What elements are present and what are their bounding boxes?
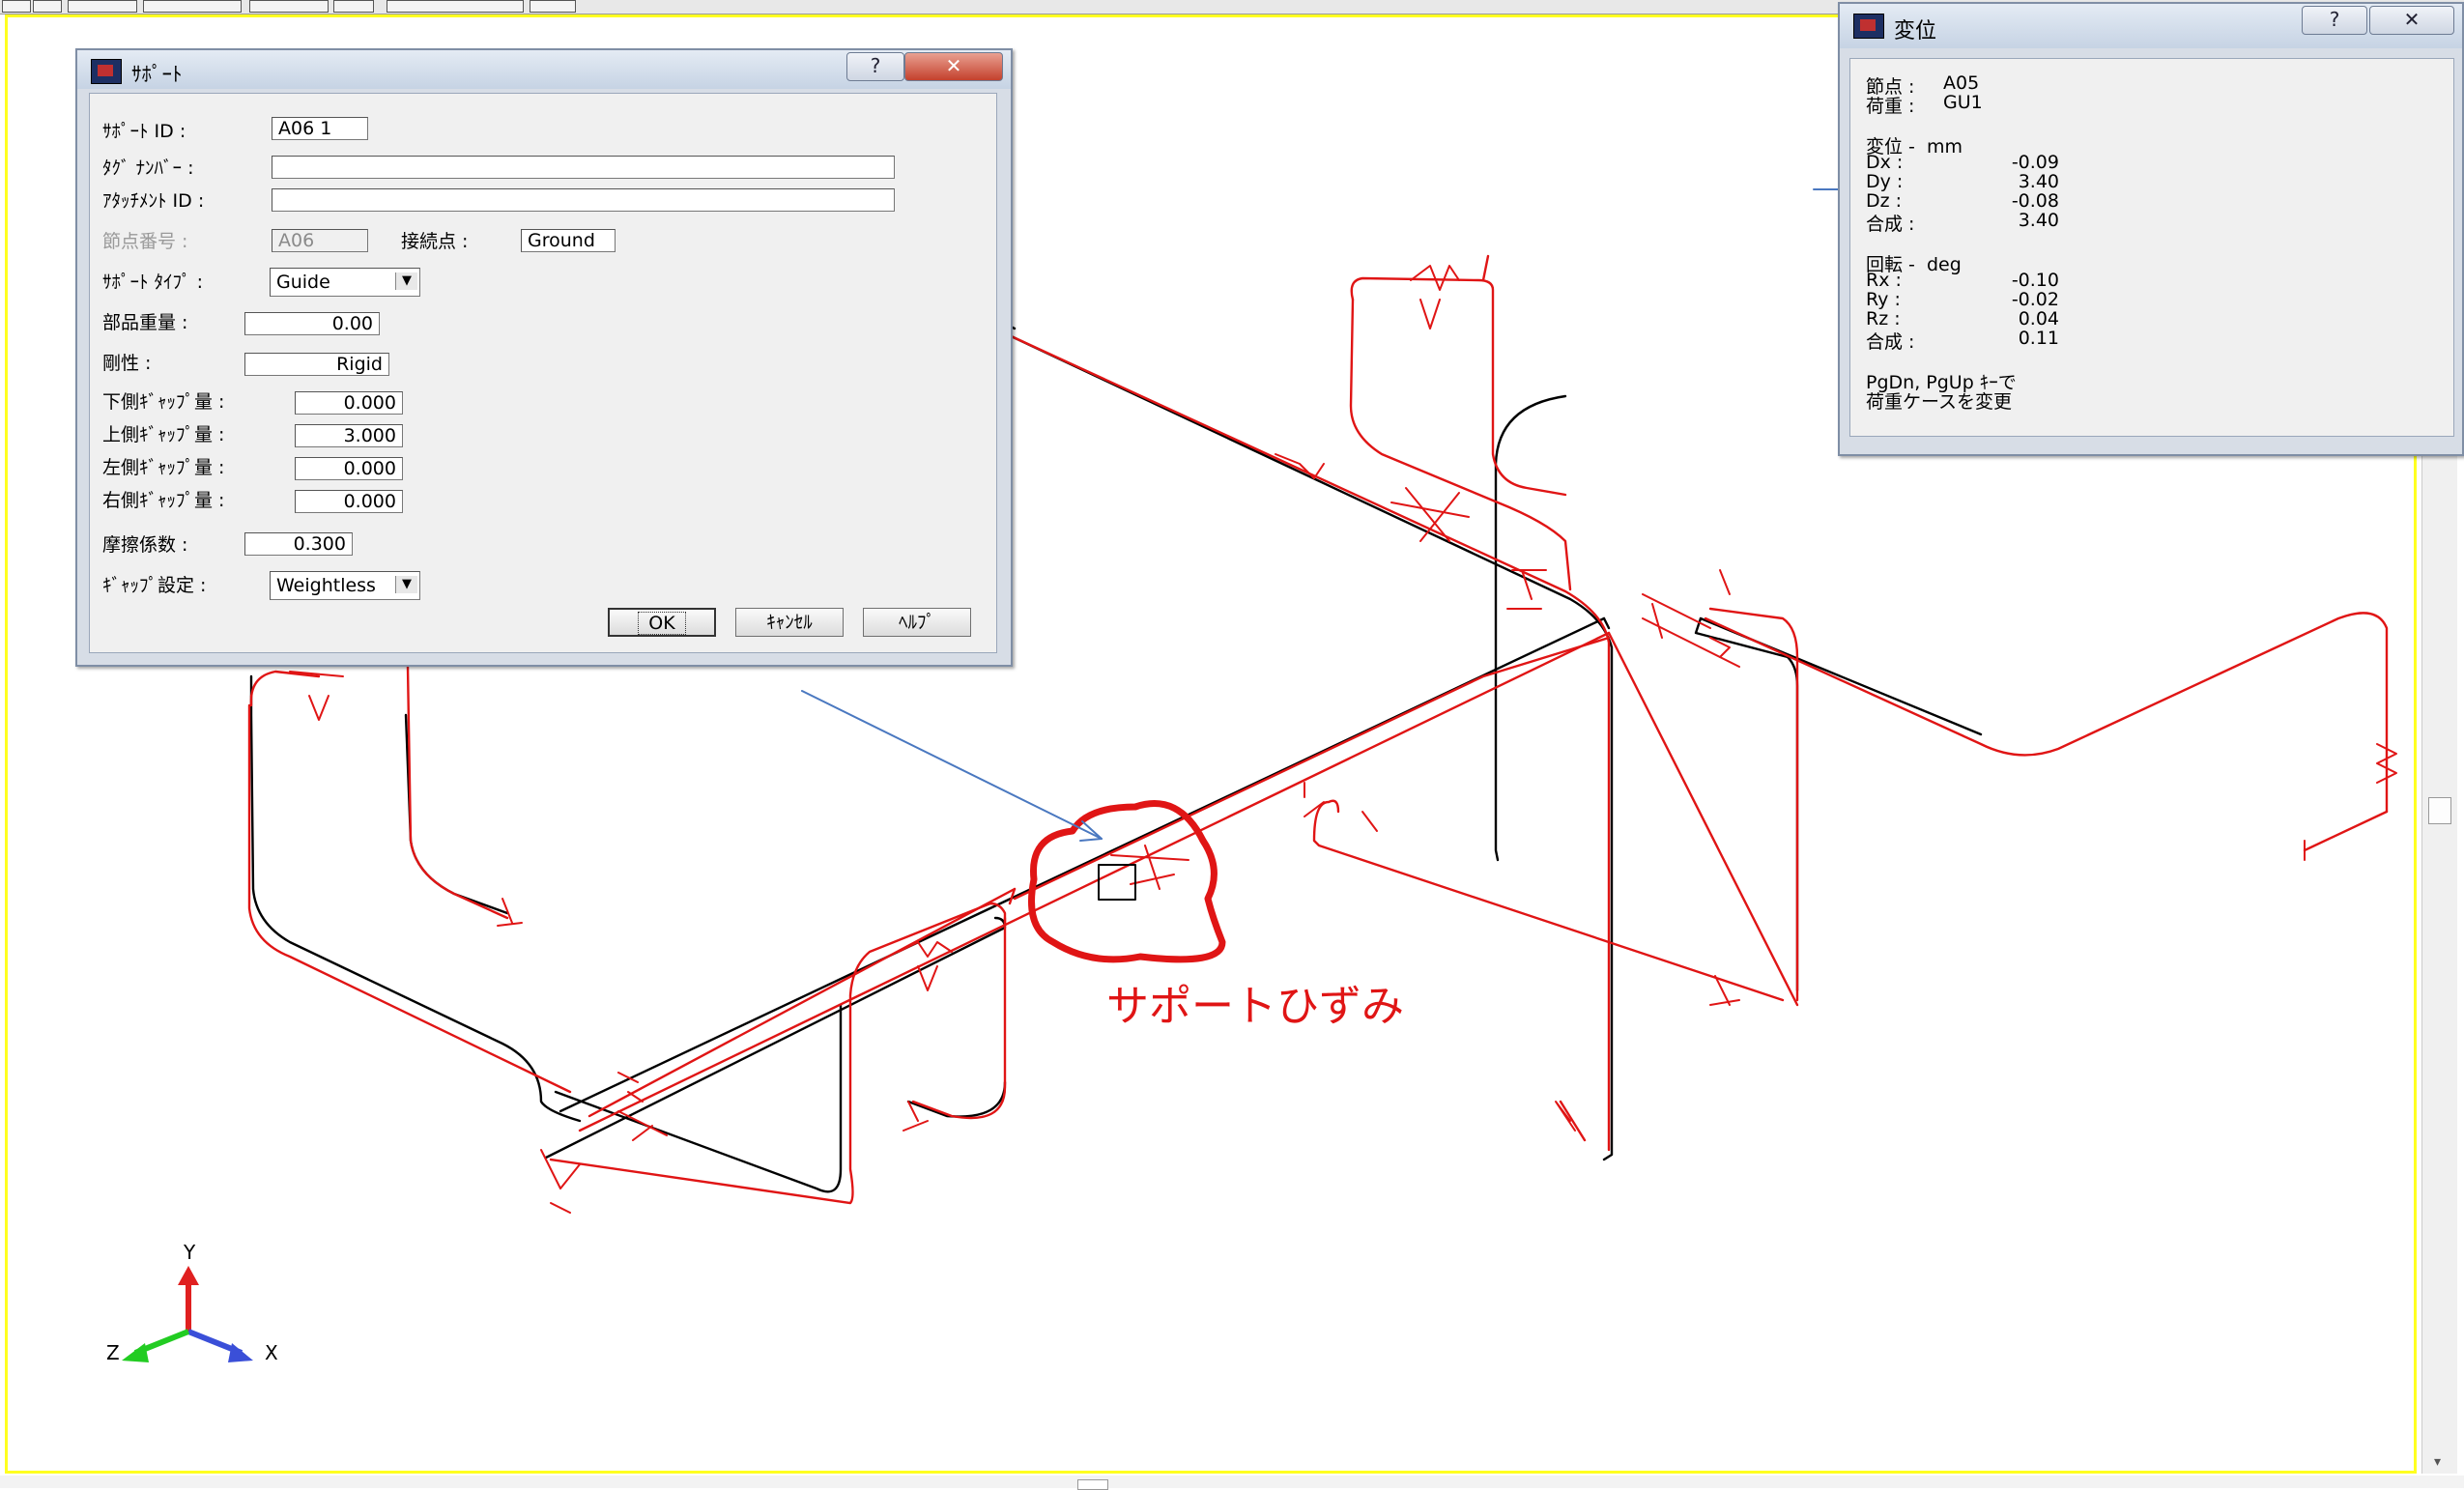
ry-label: Ry : [1866, 289, 1901, 310]
dy-value: 3.40 [2018, 171, 2059, 192]
support-dialog: ｻﾎﾟｰﾄ ? ✕ ｻﾎﾟｰﾄ ID : A06 1 ﾀｸﾞ ﾅﾝﾊﾞｰ : ｱ… [75, 48, 1013, 667]
help-button[interactable]: ﾍﾙﾌﾟ [863, 608, 971, 637]
axis-triad [122, 1266, 253, 1362]
support-dialog-titlebar[interactable]: ｻﾎﾟｰﾄ ? ✕ [77, 50, 1011, 89]
stiffness-field[interactable]: Rigid [244, 353, 389, 376]
support-id-label: ｻﾎﾟｰﾄ ID : [102, 121, 186, 142]
chevron-down-icon[interactable]: ▼ [395, 576, 417, 593]
lower-gap-field[interactable]: 0.000 [295, 391, 403, 415]
attachment-id-field[interactable] [272, 188, 895, 212]
displacement-window: 変位 ? ✕ 節点 : A05 荷重 : GU1 変位 - mm Dx : -0… [1838, 2, 2464, 456]
node-number-field: A06 [272, 229, 368, 252]
pointer-arrow [801, 690, 1103, 842]
upper-gap-field[interactable]: 3.000 [295, 424, 403, 447]
lower-gap-label: 下側ｷﾞｬｯﾌﾟ量 : [102, 391, 225, 413]
rz-value: 0.04 [2018, 308, 2059, 330]
chevron-down-icon[interactable]: ▼ [395, 272, 417, 290]
right-gap-label: 右側ｷﾞｬｯﾌﾟ量 : [102, 490, 225, 511]
upper-gap-label: 上側ｷﾞｬｯﾌﾟ量 : [102, 424, 225, 445]
status-strip [0, 1476, 2464, 1488]
dz-label: Dz : [1866, 190, 1903, 212]
stiffness-label: 剛性 : [102, 353, 152, 374]
dy-label: Dy : [1866, 171, 1904, 192]
gap-setting-value: Weightless [276, 575, 376, 596]
component-weight-field[interactable]: 0.00 [244, 312, 380, 335]
dx-label: Dx : [1866, 152, 1904, 173]
node-value: A05 [1943, 72, 1980, 94]
left-gap-field[interactable]: 0.000 [295, 457, 403, 480]
disp-total-label: 合成 : [1866, 214, 1915, 235]
ry-value: -0.02 [2011, 289, 2059, 310]
friction-label: 摩擦係数 : [102, 534, 188, 556]
app-icon [91, 59, 122, 84]
attachment-id-label: ｱﾀｯﾁﾒﾝﾄ ID : [102, 190, 205, 212]
rot-total-value: 0.11 [2018, 328, 2059, 349]
annotation-label: サポートひずみ [1106, 982, 1404, 1031]
scroll-thumb[interactable] [2428, 797, 2451, 824]
hint-line-2: 荷重ケースを変更 [1866, 391, 2013, 413]
disp-total-value: 3.40 [2018, 210, 2059, 231]
displacement-window-body: 節点 : A05 荷重 : GU1 変位 - mm Dx : -0.09 Dy … [1849, 58, 2454, 437]
scroll-down-icon[interactable]: ▾ [2434, 1454, 2441, 1470]
axis-label-z: Z [106, 1341, 120, 1364]
app-icon [1853, 14, 1884, 39]
displacement-window-title: 変位 [1894, 19, 1937, 43]
horizontal-scroll-thumb[interactable] [1077, 1479, 1108, 1490]
rz-label: Rz : [1866, 308, 1901, 330]
close-icon[interactable]: ✕ [2369, 6, 2454, 35]
tag-number-field[interactable] [272, 156, 895, 179]
component-weight-label: 部品重量 : [102, 312, 188, 333]
ok-button[interactable]: OK [608, 608, 716, 637]
axis-label-y: Y [184, 1241, 196, 1264]
help-icon[interactable]: ? [846, 52, 904, 81]
connection-point-label: 接続点 : [401, 231, 469, 252]
annotation-circle [1028, 800, 1226, 963]
support-dialog-body: ｻﾎﾟｰﾄ ID : A06 1 ﾀｸﾞ ﾅﾝﾊﾞｰ : ｱﾀｯﾁﾒﾝﾄ ID … [89, 93, 997, 653]
connection-point-field[interactable]: Ground [521, 229, 616, 252]
axis-label-x: X [265, 1341, 278, 1364]
rx-label: Rx : [1866, 270, 1902, 291]
help-icon[interactable]: ? [2302, 6, 2367, 35]
dz-value: -0.08 [2011, 190, 2059, 212]
load-label: 荷重 : [1866, 96, 1915, 117]
friction-field[interactable]: 0.300 [244, 532, 353, 556]
gap-setting-label: ｷﾞｬｯﾌﾟ設定 : [102, 575, 207, 596]
ok-button-label: OK [638, 612, 686, 635]
tag-number-label: ﾀｸﾞ ﾅﾝﾊﾞｰ : [102, 158, 194, 179]
cancel-button[interactable]: ｷｬﾝｾﾙ [735, 608, 844, 637]
support-dialog-title: ｻﾎﾟｰﾄ [131, 63, 183, 86]
rx-value: -0.10 [2011, 270, 2059, 291]
support-type-value: Guide [276, 272, 330, 293]
rot-total-label: 合成 : [1866, 331, 1915, 353]
displacement-window-titlebar[interactable]: 変位 ? ✕ [1840, 4, 2462, 48]
dx-value: -0.09 [2011, 152, 2059, 173]
node-number-label: 節点番号 : [102, 231, 188, 252]
load-value: GU1 [1943, 92, 1983, 113]
support-id-field[interactable]: A06 1 [272, 117, 368, 140]
gap-setting-dropdown[interactable]: Weightless ▼ [270, 571, 420, 600]
support-type-label: ｻﾎﾟｰﾄ ﾀｲﾌﾟ : [102, 272, 203, 293]
close-icon[interactable]: ✕ [904, 52, 1003, 81]
support-type-dropdown[interactable]: Guide ▼ [270, 268, 420, 297]
right-gap-field[interactable]: 0.000 [295, 490, 403, 513]
left-gap-label: 左側ｷﾞｬｯﾌﾟ量 : [102, 457, 225, 478]
